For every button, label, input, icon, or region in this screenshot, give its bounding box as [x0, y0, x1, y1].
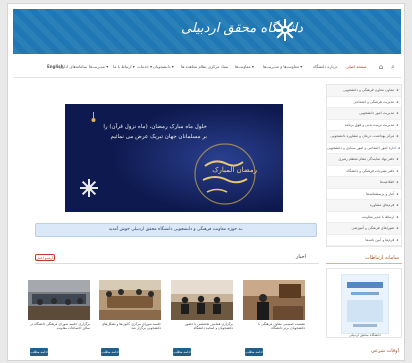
blog-box[interactable]: دانشگاه محقق اردبیلی — [326, 268, 402, 338]
news-divider — [35, 263, 319, 264]
sidebar-item[interactable]: معاون معاون فرهنگی و دانشجویی ◂ — [327, 85, 401, 97]
nav-item-deputies[interactable]: معاونت‌ها و مدیریت‌ها ▾ — [263, 64, 302, 69]
sidebar-item[interactable]: مرکز بهداشت، درمان و مشاوره دانشجویی ◂ — [327, 131, 401, 143]
news-caption: جلسه شورای مرکزی کانون‌ها و تشکل‌های دان… — [101, 322, 161, 331]
site-header: دانشگاه محقق اردبیلی — [13, 9, 401, 54]
read-more-button[interactable]: ادامه مطلب — [245, 348, 263, 356]
nav-item-contact[interactable]: ارتباط با ما ▾ — [113, 64, 135, 69]
sidebar-item[interactable]: مدیریت فرهنگی و اجتماعی ◂ — [327, 97, 401, 108]
sidebar-item[interactable]: مدیریت امور دانشجویی ◂ — [327, 108, 401, 120]
home-icon[interactable]: ⌂ — [377, 63, 385, 71]
sidebar-item[interactable]: اداره امور اجتماعی و امور ستادی و دانشجو… — [327, 143, 401, 154]
news-section-title: اخبار — [296, 254, 306, 260]
news-thumbnail — [99, 280, 161, 320]
blog-heading: سامانه ارتباطات — [364, 255, 399, 261]
news-archive-button[interactable]: آرشیو اخبار — [35, 254, 55, 261]
read-more-button[interactable]: ادامه مطلب — [173, 348, 191, 356]
sidebar-item[interactable]: مدیریت تربیت بدنی و فوق برنامه ◂ — [327, 120, 401, 131]
banner-line-1: حلول ماه مبارک رمضان، (ماه نزول قرآن) را — [103, 124, 207, 130]
news-thumbnail — [28, 280, 90, 320]
nav-item-center[interactable]: ستاد مرکزی نظام معاهده ها — [181, 64, 228, 69]
sidebar-item[interactable]: ارتباط با مدیر معاونت ◂ — [327, 212, 401, 223]
banner-art — [65, 104, 283, 212]
nav-item-students[interactable]: دانشجویان ▾ — [153, 64, 174, 69]
read-more-button[interactable]: ادامه مطلب — [101, 348, 119, 356]
blog-caption: دانشگاه محقق اردبیلی — [349, 333, 381, 337]
read-more-button[interactable]: ادامه مطلب — [30, 348, 48, 356]
nav-item-english[interactable]: English — [47, 64, 63, 69]
news-card[interactable]: برگزاری جلسه شورای فرهنگی دانشگاه در سال… — [28, 280, 90, 360]
sidebar-item[interactable]: آمار و پرسشنامه‌ها ◂ — [327, 189, 401, 200]
sidebar-item[interactable]: فرم‌ها و آیین نامه‌ها ◂ — [327, 235, 401, 246]
news-card[interactable]: جلسه شورای مرکزی کانون‌ها و تشکل‌های دان… — [99, 280, 161, 360]
blog-heading-rule — [326, 263, 402, 264]
nav-item-managements[interactable]: مدیریت‌ها ▾ — [89, 64, 108, 69]
sidebar-item[interactable]: دفتر نهاد نمایندگی مقام معظم رهبری ◂ — [327, 154, 401, 166]
site-logo[interactable]: دانشگاه محقق اردبیلی — [181, 18, 303, 46]
news-caption: نشست صمیمی معاون فرهنگی با دانشجویان برت… — [258, 322, 305, 331]
banner-line-2: بر مسلمانان جهان تبریک عرض می نمائیم — [110, 134, 207, 140]
sidebar-menu: معاون معاون فرهنگی و دانشجویی ◂ مدیریت فر… — [326, 84, 402, 247]
sidebar-item[interactable]: شوراهای فرهنگی و آموزشی ◂ — [327, 223, 401, 235]
sidebar-item[interactable]: دفتر نشریات فرهنگی و دانشگاه ◂ — [327, 166, 401, 177]
nav-item-sections[interactable]: معاونت‌ها ▾ — [235, 64, 254, 69]
university-emblem-icon — [274, 19, 296, 41]
sidebar: معاون معاون فرهنگی و دانشجویی ◂ مدیریت فر… — [326, 84, 402, 354]
nav-item-about[interactable]: درباره دانشگاه — [313, 64, 337, 69]
sidebar-item[interactable]: فرم‌های مشاوره ◂ — [327, 200, 401, 212]
page-frame: دانشگاه محقق اردبیلی ⌕ ⌂ صفحه اصلی دربار… — [7, 3, 405, 361]
news-caption: برگزاری همایش تخصصی با حضور دانشجویان و … — [184, 322, 233, 331]
prayer-times-heading: اوقات شرعی — [370, 348, 399, 354]
news-thumbnail — [243, 280, 305, 320]
banner-calligraphy: رمضان المبارک — [212, 166, 257, 174]
welcome-notice: به حوزه معاونت فرهنگی و دانشجویی دانشگاه… — [35, 223, 317, 237]
news-thumbnail — [171, 280, 233, 320]
news-card[interactable]: برگزاری همایش تخصصی با حضور دانشجویان و … — [171, 280, 233, 360]
blog-thumbnail — [341, 274, 389, 334]
sidebar-item[interactable]: اطلاعیه‌ها ◂ — [327, 177, 401, 189]
news-caption: برگزاری جلسه شورای فرهنگی دانشگاه در سال… — [29, 322, 90, 331]
search-icon[interactable]: ⌕ — [389, 63, 397, 71]
ramadan-banner[interactable]: حلول ماه مبارک رمضان، (ماه نزول قرآن) را… — [65, 104, 283, 212]
nav-item-services[interactable]: خدمات ▾ — [137, 64, 152, 69]
logo-text: دانشگاه محقق اردبیلی — [181, 21, 303, 36]
news-card[interactable]: نشست صمیمی معاون فرهنگی با دانشجویان برت… — [243, 280, 305, 360]
nav-item-home[interactable]: صفحه اصلی — [346, 64, 367, 69]
main-navbar: ⌕ ⌂ صفحه اصلی درباره دانشگاه معاونت‌ها و… — [13, 58, 401, 78]
